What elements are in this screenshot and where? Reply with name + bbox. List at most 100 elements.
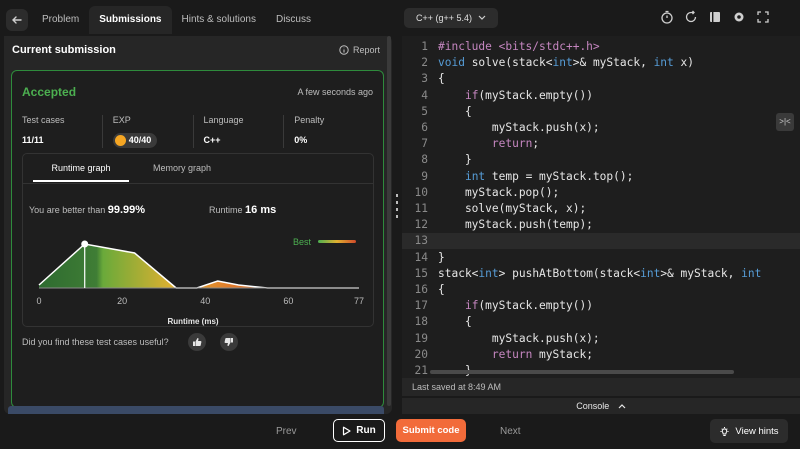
code-line[interactable]: 14} [402,250,800,266]
code-line[interactable]: 12 myStack.push(temp); [402,217,800,233]
feedback-question: Did you find these test cases useful? [22,337,169,347]
x-tick-label: 40 [200,296,210,306]
x-axis-ticks: 0 20 40 60 77 [36,296,364,306]
console-label: Console [576,401,610,411]
line-number: 11 [414,202,428,215]
code-line[interactable]: 6 myStack.push(x); [402,120,800,136]
x-tick-label: 20 [117,296,127,306]
stat-label: EXP [112,115,131,125]
lightning-coin-icon [114,134,126,146]
code-line[interactable]: 15 stack<int> pushAtBottom(stack<int>& my… [402,266,800,282]
stat-label: Penalty [294,115,325,125]
editor-horizontal-scrollbar[interactable] [430,370,734,374]
tab-discuss[interactable]: Discuss [266,6,321,34]
console-toggle[interactable]: Console [402,398,800,414]
stat-value: 0% [294,135,308,145]
code-token: int [552,56,573,70]
line-number: 3 [421,72,428,86]
code-line[interactable]: 18 { [402,314,800,330]
tab-runtime-graph[interactable]: Runtime graph [33,154,129,182]
code-line[interactable]: 16 { [402,282,800,298]
thumbs-down-icon [224,338,233,346]
stat-value: 11/11 [22,135,44,145]
code-line[interactable]: 9 int temp = myStack.top(); [402,169,800,185]
runtime-value: 16 ms [245,204,277,216]
code-token: { [438,72,445,86]
code-line[interactable]: 17 if(myStack.empty()) [402,298,800,314]
line-number: 16 [414,283,428,296]
tab-submissions[interactable]: Submissions [89,6,172,34]
thumbs-up-button[interactable] [188,333,206,351]
stat-language: Language C++ [192,115,284,148]
better-than-text: You are better than 99.99% [29,204,145,216]
submit-code-button[interactable]: Submit code [396,419,466,442]
line-number: 9 [421,169,428,183]
timer-icon[interactable] [660,10,674,24]
submission-stats: Test cases 11/11 EXP 40/40 Language C++ … [22,115,374,148]
code-line[interactable]: 4 if(myStack.empty()) [402,88,800,104]
code-token: > pushAtBottom(stack< [498,266,641,280]
code-token: >& myStack, [660,266,742,280]
line-number: 19 [414,331,428,345]
status-accepted: Accepted [22,85,77,99]
code-token: if [464,299,479,313]
fullscreen-icon[interactable] [756,10,770,24]
code-line[interactable]: 8 } [402,152,800,168]
line-number: 15 [414,266,428,280]
code-line[interactable]: 19 myStack.push(x); [402,331,800,347]
reset-icon[interactable] [684,10,698,24]
expand-side-icon[interactable]: >|< [776,113,794,131]
code-token: myStack.push(x); [438,121,600,134]
run-button[interactable]: Run [333,419,385,442]
legend-best-label: Best [293,237,312,247]
tab-hints-solutions[interactable]: Hints & solutions [172,6,266,34]
code-token: myStack.pop(); [438,185,560,199]
editor-toolbar [660,10,770,24]
stat-test-cases: Test cases 11/11 [22,115,102,148]
code-line[interactable]: 2 void solve(stack<int>& myStack, int x) [402,55,800,71]
line-number: 10 [414,185,428,199]
line-number: 1 [421,40,428,53]
left-panel-scrollbar[interactable] [387,36,391,406]
runtime-text: Runtime 16 ms [209,204,276,216]
code-line[interactable]: 11 solve(myStack, x); [402,201,800,217]
back-button[interactable] [6,9,28,31]
language-select[interactable]: C++ (g++ 5.4) [404,8,498,28]
line-number: 6 [421,121,428,134]
code-token: #include <bits/stdc++.h> [438,40,600,53]
prev-button[interactable]: Prev [276,426,297,437]
top-bar: Problem Submissions Hints & solutions Di… [0,0,800,36]
code-token: myStack; [532,347,593,361]
code-token: { [438,283,445,296]
x-axis-label: Runtime (ms) [167,317,218,326]
code-token: solve(stack< [464,56,553,70]
code-line[interactable]: 10 myStack.pop(); [402,185,800,201]
code-token: >& myStack, [572,56,654,70]
gear-icon[interactable] [732,10,746,24]
code-line[interactable]: 13 [402,233,800,250]
line-number: 7 [421,137,428,151]
code-line[interactable]: 5 { [402,104,800,120]
info-icon [339,45,349,55]
view-hints-button[interactable]: View hints [710,419,788,443]
tab-problem[interactable]: Problem [32,6,89,34]
graph-divider [23,183,373,184]
code-token: int [478,266,499,280]
code-line[interactable]: 1 #include <bits/stdc++.h> [402,39,800,55]
code-editor[interactable]: 1 #include <bits/stdc++.h> 2 void solve(sta… [402,36,800,378]
notes-icon[interactable] [708,10,722,24]
stat-value: C++ [203,135,221,145]
code-line[interactable]: 7 return; [402,136,800,152]
tab-memory-graph[interactable]: Memory graph [147,154,217,182]
code-token: myStack.push(temp); [438,218,593,232]
next-button[interactable]: Next [500,426,521,437]
report-button[interactable]: Report [339,45,380,55]
play-icon [343,426,351,435]
thumbs-down-button[interactable] [220,333,238,351]
submission-timestamp: A few seconds ago [297,87,373,97]
panel-resize-handle[interactable] [392,36,402,414]
code-token: int [464,169,486,183]
code-line[interactable]: 3{ [402,71,800,87]
code-line[interactable]: 20 return myStack; [402,347,800,363]
